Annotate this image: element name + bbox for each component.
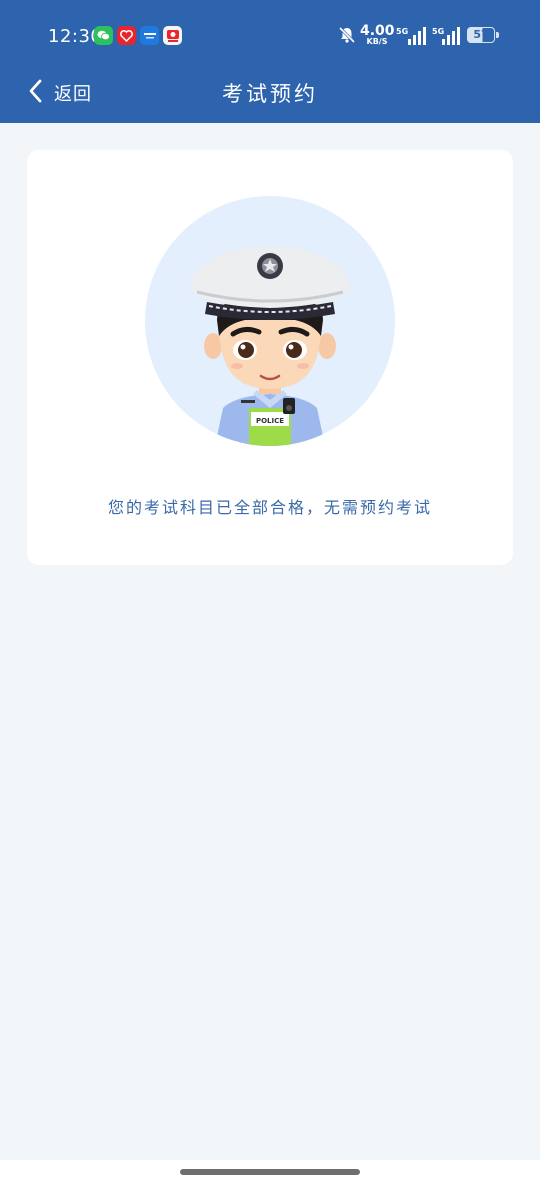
- exam-status-message: 您的考试科目已全部合格，无需预约考试: [107, 498, 432, 517]
- result-card: POLICE 您的考试科目已全部合格，无需预约考试: [27, 150, 513, 565]
- app-red-icon: [117, 26, 136, 45]
- signal-2-label: 5G: [432, 27, 444, 36]
- signal-5g-icon: 5G: [396, 26, 426, 50]
- wechat-icon: [94, 26, 113, 45]
- app-header: 12:30 4.00 KB/S 5G 5G 57 考试预约 返回: [0, 0, 540, 123]
- home-indicator[interactable]: [180, 1169, 360, 1175]
- battery-tip: [496, 32, 499, 38]
- signal-5g-icon-2: 5G: [430, 26, 460, 50]
- app-red-white-icon: [163, 26, 182, 45]
- police-badge-text: POLICE: [256, 417, 284, 425]
- signal-1-label: 5G: [396, 27, 408, 36]
- app-blue-icon: [140, 26, 159, 45]
- status-right-group: 4.00 KB/S 5G 5G 57: [338, 24, 508, 48]
- battery-icon: 57: [467, 27, 495, 43]
- notification-app-icons: [94, 26, 182, 45]
- network-speed: 4.00 KB/S: [360, 23, 395, 46]
- status-bar: 12:30 4.00 KB/S 5G 5G 57: [0, 0, 540, 72]
- network-speed-unit: KB/S: [366, 37, 388, 46]
- back-label: 返回: [54, 84, 92, 105]
- chevron-left-icon: [28, 79, 42, 107]
- back-button[interactable]: 返回: [28, 78, 92, 108]
- police-avatar: POLICE: [145, 196, 395, 446]
- nav-bar: 考试预约 返回: [0, 72, 540, 123]
- network-speed-value: 4.00: [360, 23, 395, 39]
- bell-muted-icon: [338, 26, 356, 48]
